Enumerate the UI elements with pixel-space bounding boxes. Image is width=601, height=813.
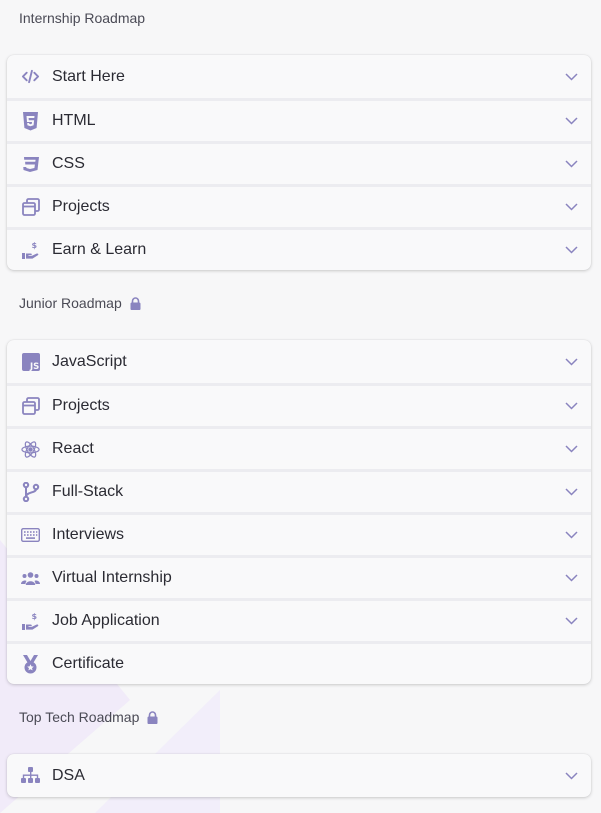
windows-stack-icon: [21, 198, 40, 217]
roadmap-card-top-tech: DSA: [7, 754, 591, 797]
accordion-item-virtual-internship[interactable]: Virtual Internship: [7, 555, 591, 598]
keyboard-icon: [21, 526, 40, 545]
sitemap-icon: [21, 766, 40, 785]
react-atom-icon: [21, 440, 40, 459]
accordion-item-label: Projects: [52, 397, 110, 414]
accordion-item-label: JavaScript: [52, 352, 127, 370]
chevron-down-icon[interactable]: [565, 357, 578, 366]
hand-coin-icon: $: [21, 612, 40, 631]
accordion-item-label: CSS: [52, 155, 85, 172]
svg-text:$: $: [32, 241, 38, 250]
chevron-down-icon[interactable]: [565, 617, 578, 625]
accordion-item-projects[interactable]: Projects: [7, 383, 591, 426]
section-title-label: Internship Roadmap: [19, 10, 146, 26]
accordion-item-label: Virtual Internship: [52, 569, 172, 586]
svg-text:JS: JS: [29, 362, 39, 371]
html5-icon: [21, 111, 40, 131]
accordion-item-certificate[interactable]: Certificate: [7, 641, 591, 684]
section-title-top-tech-roadmap: Top Tech Roadmap: [19, 709, 158, 725]
accordion-item-job-application[interactable]: $ Job Application: [7, 598, 591, 641]
chevron-down-icon[interactable]: [565, 160, 578, 168]
accordion-item-interviews[interactable]: Interviews: [7, 512, 591, 555]
hand-coin-icon: $: [21, 241, 40, 260]
accordion-item-label: Earn & Learn: [52, 241, 147, 258]
chevron-down-icon[interactable]: [565, 72, 578, 81]
chevron-down-icon[interactable]: [565, 246, 578, 254]
section-title-junior-roadmap: Junior Roadmap: [19, 295, 141, 311]
accordion-item-label: React: [52, 440, 94, 457]
chevron-down-icon[interactable]: [565, 531, 578, 539]
lock-icon: [147, 710, 158, 724]
roadmap-card-junior: JS JavaScript Projects React Full-Stack …: [7, 340, 591, 684]
accordion-item-label: Projects: [52, 198, 110, 215]
accordion-item-label: Start Here: [52, 67, 125, 85]
accordion-item-dsa[interactable]: DSA: [7, 754, 591, 797]
accordion-item-label: Job Application: [52, 612, 160, 629]
chevron-down-icon[interactable]: [565, 771, 578, 780]
windows-stack-icon: [21, 397, 40, 416]
git-branch-icon: [21, 482, 40, 502]
section-title-label: Junior Roadmap: [19, 295, 122, 311]
section-title-internship-roadmap: Internship Roadmap: [19, 10, 145, 26]
accordion-item-label: Full-Stack: [52, 483, 124, 500]
roadmap-card-internship: Start Here HTML CSS Projects $ Earn & Le…: [7, 55, 591, 270]
code-icon: [21, 67, 40, 86]
accordion-item-css[interactable]: CSS: [7, 141, 591, 184]
accordion-item-earn-learn[interactable]: $ Earn & Learn: [7, 227, 591, 270]
js-icon: JS: [21, 352, 40, 371]
accordion-item-label: HTML: [52, 112, 96, 129]
lock-icon: [130, 296, 141, 310]
svg-text:$: $: [32, 612, 38, 621]
css3-icon: [21, 155, 40, 174]
accordion-item-javascript[interactable]: JS JavaScript: [7, 340, 591, 383]
accordion-item-html[interactable]: HTML: [7, 98, 591, 141]
chevron-down-icon[interactable]: [565, 203, 578, 211]
chevron-down-icon[interactable]: [565, 117, 578, 125]
accordion-item-label: Interviews: [52, 526, 125, 543]
chevron-down-icon[interactable]: [565, 445, 578, 453]
accordion-item-react[interactable]: React: [7, 426, 591, 469]
accordion-item-start-here[interactable]: Start Here: [7, 55, 591, 98]
chevron-down-icon[interactable]: [565, 488, 578, 496]
chevron-down-icon[interactable]: [565, 402, 578, 410]
accordion-item-label: DSA: [52, 766, 85, 784]
users-group-icon: [21, 569, 40, 588]
accordion-item-label: Certificate: [52, 655, 125, 672]
chevron-down-icon[interactable]: [565, 574, 578, 582]
section-title-label: Top Tech Roadmap: [19, 709, 140, 725]
accordion-item-projects[interactable]: Projects: [7, 184, 591, 227]
accordion-item-full-stack[interactable]: Full-Stack: [7, 469, 591, 512]
medal-icon: [21, 654, 40, 674]
